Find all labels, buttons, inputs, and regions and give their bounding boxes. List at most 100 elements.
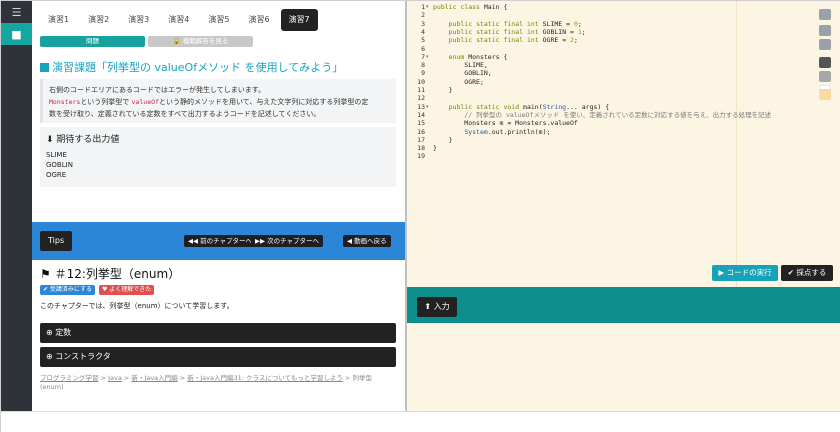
back-to-video-button[interactable]: ◀ 動画へ戻る <box>343 235 391 247</box>
theme-cream-swatch[interactable] <box>819 89 831 100</box>
code-line: SLIME, <box>433 61 488 70</box>
code-line: } <box>433 144 437 153</box>
accordion-label: 定数 <box>55 328 72 337</box>
code-line: } <box>433 135 453 144</box>
tab-exercise-4[interactable]: 演習4 <box>160 9 197 31</box>
theme-dark-swatch[interactable] <box>819 57 831 68</box>
app-window: ☰ ■ 演習1 演習2 演習3 演習4 演習5 演習6 演習7 問題 🔒 模範解… <box>0 0 840 432</box>
expected-line: OGRE <box>46 171 67 179</box>
breadcrumb-link[interactable]: 新・Java入門編31: クラスについてもっと学習しよう <box>187 374 343 382</box>
code-line: public static final int OGRE = 2; <box>448 36 578 45</box>
line-number: 3 <box>421 19 425 28</box>
code-line: GOBLIN, <box>433 69 492 78</box>
tab-exercise-5[interactable]: 演習5 <box>200 9 237 31</box>
next-chapter-button[interactable]: ▶▶ 次のチャプターへ <box>251 235 323 247</box>
input-button[interactable]: ⬆ 入力 <box>417 297 457 317</box>
line-number: 1 <box>421 3 425 11</box>
tab-exercise-3[interactable]: 演習3 <box>120 9 157 31</box>
fold-arrow-icon[interactable]: ▾ <box>426 3 429 11</box>
code-line: // 列挙型の valueOfメソッド を使い、定義されている定数に対応する値を… <box>433 110 772 119</box>
code-line: System.out.println(m); <box>464 127 551 136</box>
tips-button[interactable]: Tips <box>40 231 73 251</box>
line-number: 11 <box>417 86 425 94</box>
desc-line-1: 右側のコードエリアにあるコードではエラーが発生してしまいます。 <box>49 86 266 94</box>
desc-line-3: 数を受け取り、定義されている定数をすべて出力するようコードを記述してください。 <box>49 110 321 118</box>
accordion-constants[interactable]: ⊕ 定数 <box>40 323 396 343</box>
line-number: 8 <box>421 61 425 70</box>
breadcrumb: プログラミング学習 > Java > 新・Java入門編 > 新・Java入門編… <box>40 374 390 392</box>
code-valueof: valueOf <box>131 98 159 106</box>
understood-button[interactable]: ♥ よく理解できた <box>99 285 155 295</box>
line-number: 18 <box>417 144 425 153</box>
expected-heading-text: 期待する出力値 <box>56 135 120 145</box>
code-line: public static final int SLIME = 0; <box>448 19 582 28</box>
run-code-button[interactable]: ▶ コードの実行 <box>712 265 778 281</box>
line-number: 10 <box>417 77 425 86</box>
flag-icon: ⚑ <box>40 267 51 281</box>
bottom-strip <box>1 411 840 432</box>
tab-exercise-6[interactable]: 演習6 <box>240 9 277 31</box>
plus-circle-icon: ⊕ <box>46 352 53 361</box>
code-editor[interactable]: 1 ▾ public class Main {2 3 public static fi… <box>407 1 840 287</box>
print-margin <box>736 1 737 287</box>
problem-tab[interactable]: 問題 <box>40 36 145 47</box>
zoom-out-icon[interactable] <box>819 39 831 50</box>
expected-line: SLIME <box>46 151 67 159</box>
download-icon: ⬇ <box>46 135 54 145</box>
code-line: OGRE; <box>433 77 484 86</box>
expected-output-box: ⬇ 期待する出力値 SLIME GOBLIN OGRE <box>40 127 396 187</box>
line-number: 2 <box>421 11 425 20</box>
video-icon[interactable]: ■ <box>1 23 32 45</box>
desc-text: という静的メソッドを用いて、与えた文字列に対応する列挙型の定 <box>158 98 369 106</box>
exercise-description: 右側のコードエリアにあるコードではエラーが発生してしまいます。 Monsters… <box>40 79 396 123</box>
accordion-constructor[interactable]: ⊕ コンストラクタ <box>40 347 396 367</box>
line-number: 5 <box>421 36 425 45</box>
breadcrumb-sep: > <box>342 374 353 382</box>
breadcrumb-link[interactable]: 新・Java入門編 <box>131 374 177 382</box>
line-number: 17 <box>417 135 425 144</box>
code-monsters: Monsters <box>49 98 81 106</box>
breadcrumb-link[interactable]: Java <box>108 374 122 382</box>
zoom-in-icon[interactable] <box>819 25 831 36</box>
minus-square-icon <box>40 63 49 72</box>
line-number: 13 <box>417 102 425 111</box>
line-number: 16 <box>417 127 425 136</box>
fold-arrow-icon[interactable]: ▾ <box>426 103 429 111</box>
line-number: 19 <box>417 152 425 161</box>
code-line: enum Monsters { <box>448 52 508 61</box>
code-line: public class Main { <box>433 3 508 11</box>
tab-exercise-2[interactable]: 演習2 <box>80 9 117 31</box>
exercise-title: 演習課題「列挙型の valueOfメソッド を使用してみよう」 <box>40 59 343 75</box>
line-number: 7 <box>421 52 425 61</box>
tab-exercise-7[interactable]: 演習7 <box>280 9 318 31</box>
chapter-intro: このチャプターでは、列挙型（enum）について学習します。 <box>40 302 234 310</box>
grade-button[interactable]: ✔ 採点する <box>781 265 833 281</box>
expected-output-heading: ⬇ 期待する出力値 <box>46 132 390 145</box>
desc-line-2: Monstersという列挙型で valueOfという静的メソッドを用いて、与えた… <box>49 96 390 108</box>
breadcrumb-link[interactable]: プログラミング学習 <box>40 374 99 382</box>
mark-completed-button[interactable]: ✔ 受講済みにする <box>40 285 95 295</box>
code-line: } <box>433 86 453 94</box>
tab-exercise-1[interactable]: 演習1 <box>40 9 77 31</box>
code-line: public static void main(String... args) … <box>448 102 610 111</box>
plus-circle-icon: ⊕ <box>46 328 53 337</box>
prev-chapter-button[interactable]: ◀◀ 前のチャプターへ <box>184 235 256 247</box>
chapter-badges: ✔ 受講済みにする ♥ よく理解できた <box>40 285 155 295</box>
fold-arrow-icon[interactable]: ▾ <box>426 53 429 61</box>
breadcrumb-sep: > <box>98 374 109 382</box>
input-bar: ⬆ 入力 <box>407 287 840 323</box>
theme-gray-swatch[interactable] <box>819 71 831 82</box>
left-rail: ☰ ■ <box>1 1 32 411</box>
accordion-label: コンストラクタ <box>55 352 111 361</box>
lesson-panel: 演習1 演習2 演習3 演習4 演習5 演習6 演習7 問題 🔒 模範解答を見る… <box>32 1 405 411</box>
breadcrumb-sep: > <box>177 374 188 382</box>
output-area <box>407 323 840 411</box>
line-number: 6 <box>421 44 425 53</box>
tips-bar: Tips ◀◀ 前のチャプターへ ▶▶ 次のチャプターへ ◀ 動画へ戻る <box>32 222 405 260</box>
desc-text: という列挙型で <box>80 98 130 106</box>
exercise-tabs: 演習1 演習2 演習3 演習4 演習5 演習6 演習7 <box>40 9 318 31</box>
menu-icon[interactable]: ☰ <box>1 1 32 23</box>
model-answer-tab[interactable]: 🔒 模範解答を見る <box>148 36 253 47</box>
line-number: 15 <box>417 119 425 128</box>
refresh-icon[interactable] <box>819 9 831 20</box>
